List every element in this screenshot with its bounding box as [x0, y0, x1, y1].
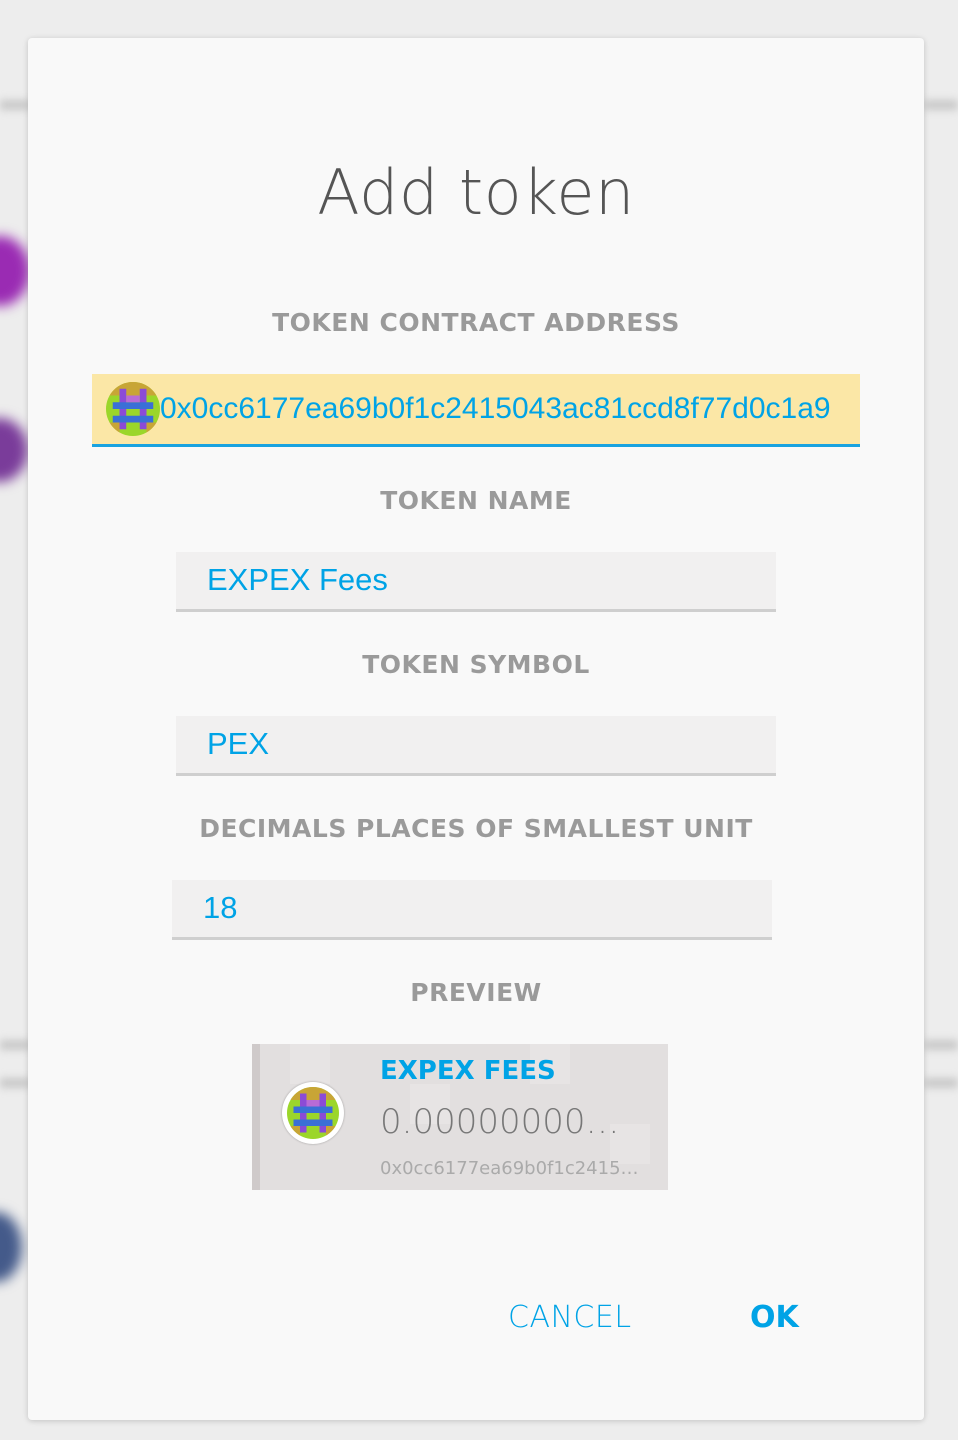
preview-token-name: EXPEX FEES	[380, 1056, 556, 1086]
token-preview-card: EXPEX FEES 0.000000000000000000 0x0cc617…	[252, 1044, 668, 1190]
background-blur	[924, 100, 958, 110]
preview-label: PREVIEW	[410, 978, 542, 1007]
cancel-button[interactable]: CANCEL	[508, 1300, 632, 1335]
token-name-input[interactable]: EXPEX Fees	[176, 552, 776, 612]
preview-identicon	[287, 1087, 339, 1139]
background-avatar	[0, 236, 30, 306]
background-avatar	[0, 1212, 22, 1282]
preview-token-icon	[282, 1082, 344, 1144]
card-texture	[290, 1044, 330, 1084]
preview-token-balance: 0.000000000000000000	[380, 1102, 640, 1142]
token-decimals-input[interactable]: 18	[172, 880, 772, 940]
decimals-label: DECIMALS PLACES OF SMALLEST UNIT	[199, 814, 753, 843]
preview-token-address: 0x0cc6177ea69b0f1c2415043ac81ccd8f77d0c1…	[380, 1158, 642, 1179]
background-blur	[0, 100, 30, 110]
background-blur	[0, 1040, 30, 1050]
background-blur	[0, 1078, 30, 1088]
token-address-input[interactable]: 0x0cc6177ea69b0f1c2415043ac81ccd8f77d0c1…	[92, 374, 860, 447]
background-avatar	[0, 418, 28, 482]
add-token-dialog: Add token TOKEN CONTRACT ADDRESS 0x0cc61…	[28, 38, 924, 1420]
address-label: TOKEN CONTRACT ADDRESS	[272, 308, 680, 337]
background-blur	[924, 1078, 958, 1088]
dialog-title: Add token	[317, 156, 635, 229]
token-identicon-icon	[106, 382, 160, 436]
identicon-svg	[287, 1087, 339, 1139]
identicon-svg	[106, 382, 160, 436]
name-label: TOKEN NAME	[380, 486, 572, 515]
symbol-label: TOKEN SYMBOL	[362, 650, 590, 679]
ok-button[interactable]: OK	[750, 1300, 799, 1335]
background-blur	[924, 1040, 958, 1050]
token-symbol-input[interactable]: PEX	[176, 716, 776, 776]
